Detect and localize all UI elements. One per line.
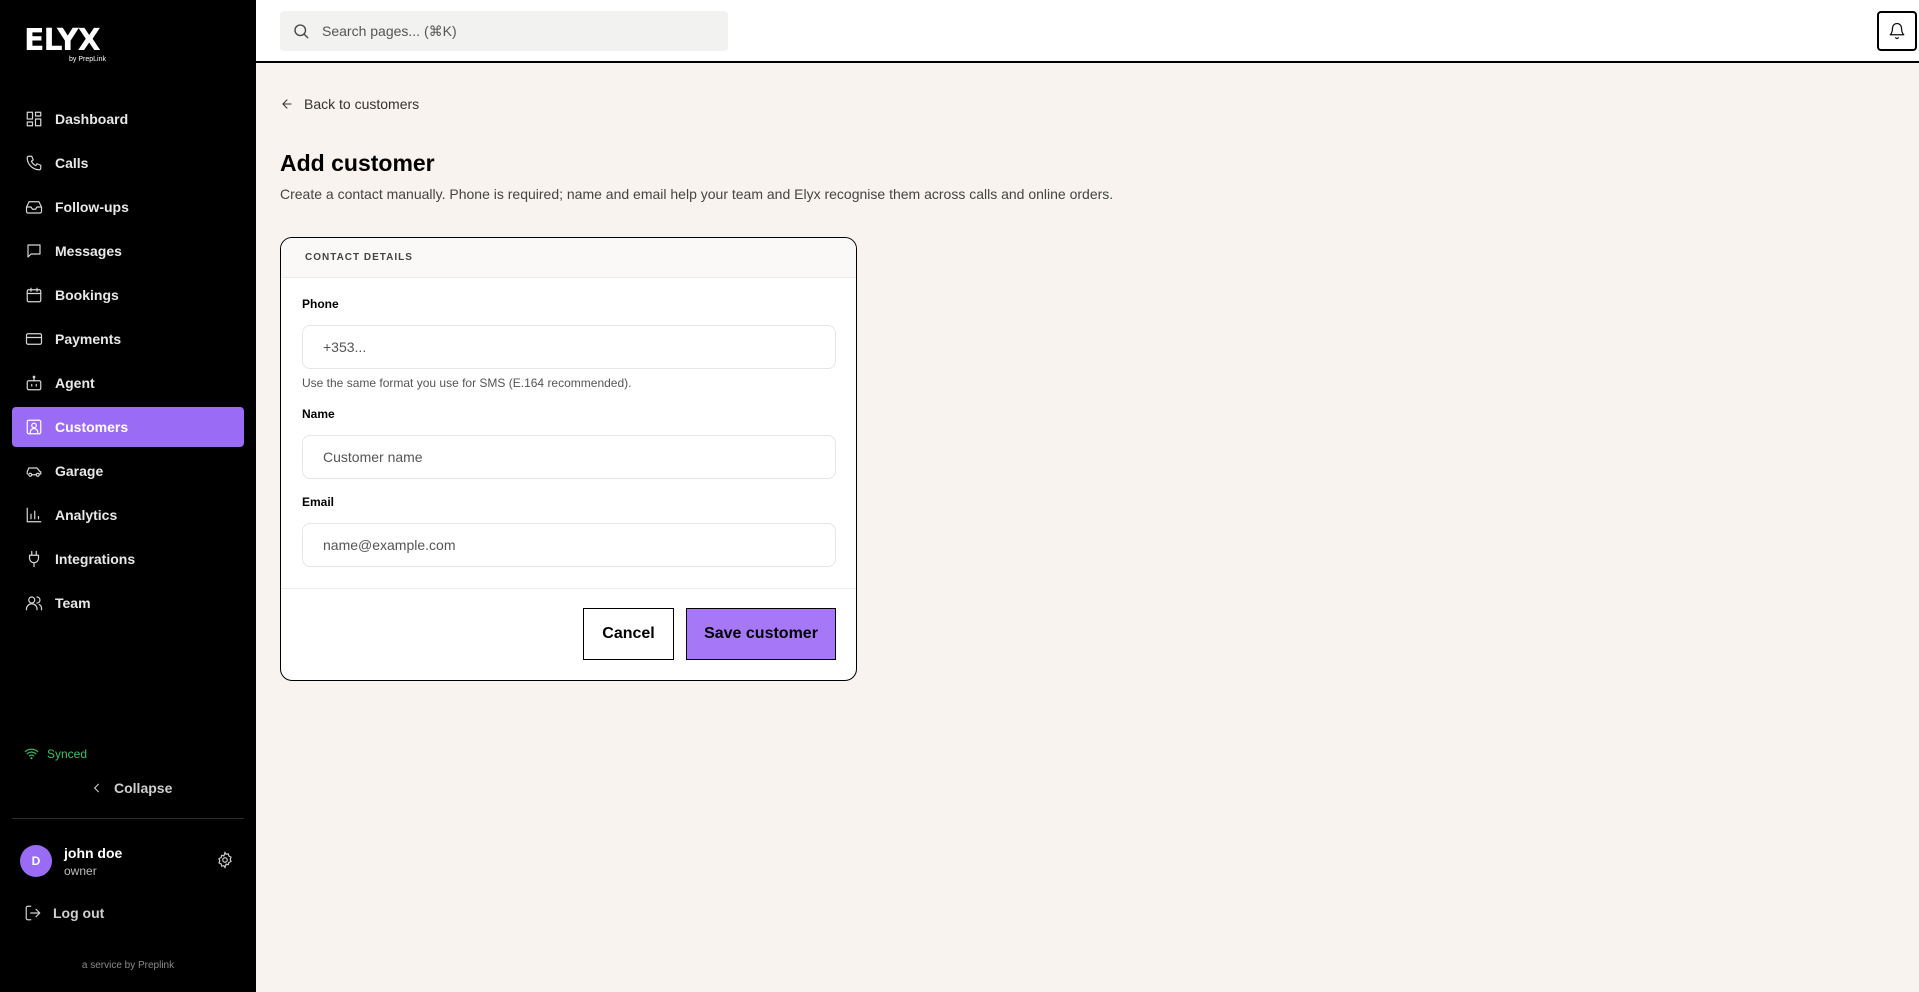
- sidebar-item-calls[interactable]: Calls: [12, 143, 244, 183]
- sidebar-item-bookings[interactable]: Bookings: [12, 275, 244, 315]
- chart-icon: [24, 505, 44, 525]
- user-profile: D john doe owner: [20, 845, 240, 879]
- contact-icon: [24, 417, 44, 437]
- brand-sub: by PrepLink: [69, 56, 106, 63]
- sidebar-item-label: Garage: [55, 463, 104, 479]
- sidebar: ELYX by PrepLink Dashboard Calls Follow-…: [0, 0, 256, 992]
- sidebar-item-label: Dashboard: [55, 111, 129, 127]
- sidebar-item-garage[interactable]: Garage: [12, 451, 244, 491]
- dashboard-icon: [24, 109, 44, 129]
- email-label: Email: [302, 495, 335, 509]
- arrow-left-icon: [282, 99, 292, 109]
- sidebar-item-dashboard[interactable]: Dashboard: [12, 99, 244, 139]
- sidebar-item-label: Analytics: [55, 507, 118, 523]
- sidebar-item-analytics[interactable]: Analytics: [12, 495, 244, 535]
- brand-name: ELYX: [24, 23, 101, 58]
- sidebar-nav: Dashboard Calls Follow-ups Messages Book…: [12, 99, 244, 627]
- page-title: Add customer: [280, 150, 435, 176]
- sidebar-item-payments[interactable]: Payments: [12, 319, 244, 359]
- sidebar-item-label: Integrations: [55, 551, 136, 567]
- sync-status-label: Synced: [47, 746, 88, 761]
- plug-icon: [24, 549, 44, 569]
- settings-button[interactable]: [216, 851, 236, 871]
- contact-details-card: CONTACT DETAILS Phone Use the same forma…: [280, 237, 857, 681]
- sidebar-item-label: Follow-ups: [55, 199, 129, 215]
- sidebar-divider: [12, 818, 244, 819]
- top-bar: [256, 0, 1919, 63]
- logout-button[interactable]: Log out: [24, 904, 104, 922]
- save-customer-button[interactable]: Save customer: [686, 608, 836, 660]
- sidebar-item-label: Payments: [55, 331, 122, 347]
- calendar-icon: [24, 285, 44, 305]
- avatar[interactable]: D: [20, 845, 52, 877]
- sidebar-item-label: Calls: [55, 155, 89, 171]
- search-icon: [294, 24, 309, 39]
- search-box[interactable]: [280, 11, 728, 51]
- phone-label: Phone: [302, 297, 339, 311]
- search-input[interactable]: [322, 23, 702, 39]
- card-header: CONTACT DETAILS: [281, 238, 856, 278]
- service-text: a service by Preplink: [81, 960, 175, 971]
- bell-icon: [1889, 22, 1905, 40]
- back-label: Back to customers: [304, 96, 420, 112]
- logout-icon: [25, 905, 41, 921]
- sidebar-item-integrations[interactable]: Integrations: [12, 539, 244, 579]
- name-field[interactable]: [302, 435, 836, 479]
- sidebar-item-follow-ups[interactable]: Follow-ups: [12, 187, 244, 227]
- sidebar-item-customers[interactable]: Customers: [12, 407, 244, 447]
- phone-field[interactable]: [302, 325, 836, 369]
- sidebar-item-agent[interactable]: Agent: [12, 363, 244, 403]
- sidebar-item-label: Bookings: [55, 287, 119, 303]
- logout-label: Log out: [53, 905, 105, 921]
- car-icon: [24, 461, 44, 481]
- cancel-button[interactable]: Cancel: [583, 608, 674, 660]
- user-role: owner: [64, 864, 97, 878]
- card-footer-divider: [281, 588, 856, 589]
- brand-logo[interactable]: ELYX by PrepLink: [24, 24, 144, 68]
- wifi-icon: [24, 748, 39, 760]
- name-label: Name: [302, 407, 335, 421]
- inbox-icon: [24, 197, 44, 217]
- sidebar-item-label: Agent: [55, 375, 95, 391]
- credit-card-icon: [24, 329, 44, 349]
- message-icon: [24, 241, 44, 261]
- gear-icon: [218, 851, 232, 869]
- page-description: Create a contact manually. Phone is requ…: [280, 186, 1114, 202]
- sidebar-item-label: Customers: [55, 419, 129, 435]
- phone-icon: [24, 153, 44, 173]
- sync-status: Synced: [24, 746, 87, 761]
- phone-hint: Use the same format you use for SMS (E.1…: [302, 376, 632, 390]
- sidebar-item-messages[interactable]: Messages: [12, 231, 244, 271]
- collapse-button[interactable]: Collapse: [90, 780, 172, 796]
- users-icon: [24, 593, 44, 613]
- bot-icon: [24, 373, 44, 393]
- collapse-label: Collapse: [114, 780, 173, 796]
- user-name: john doe: [64, 845, 123, 861]
- chevron-left-icon: [93, 783, 100, 793]
- sidebar-item-label: Team: [55, 595, 91, 611]
- notifications-button[interactable]: [1877, 11, 1917, 51]
- sidebar-item-label: Messages: [55, 243, 122, 259]
- email-field[interactable]: [302, 523, 836, 567]
- sidebar-item-team[interactable]: Team: [12, 583, 244, 623]
- back-to-customers-link[interactable]: Back to customers: [280, 96, 419, 112]
